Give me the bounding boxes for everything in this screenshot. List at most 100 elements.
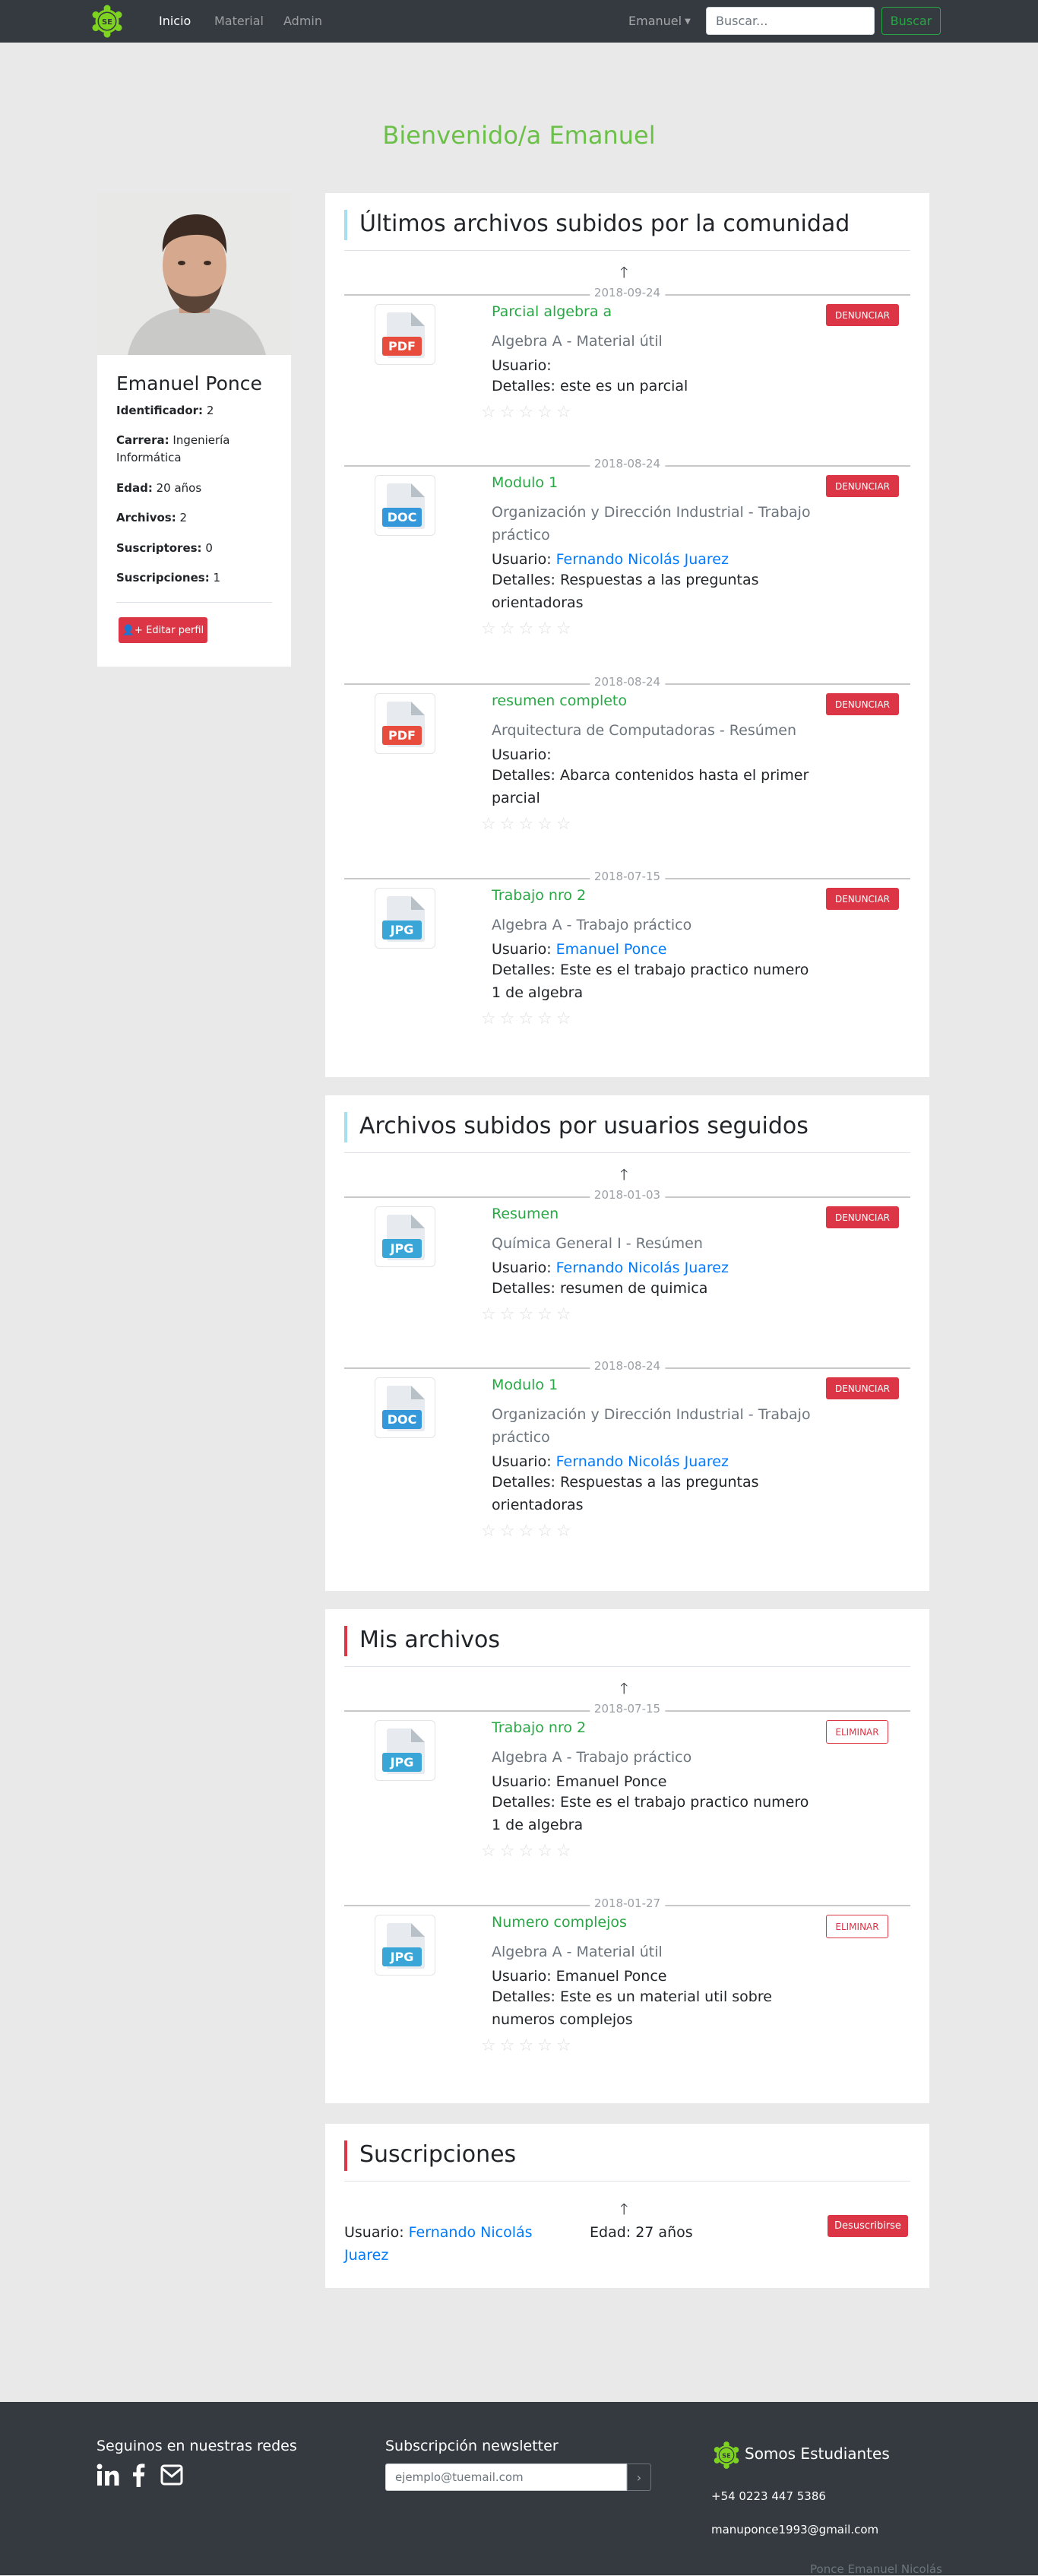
profile-field-career: Carrera: Ingeniería Informática <box>116 432 280 467</box>
file-user: Usuario: <box>492 746 818 763</box>
rating-stars[interactable]: ☆☆☆☆☆ <box>481 619 575 638</box>
arrow-up-icon[interactable]: 🡑 <box>620 2198 628 2224</box>
rating-stars[interactable]: ☆☆☆☆☆ <box>481 1842 575 1861</box>
file-item: 2018-07-15 JPG Trabajo nro 2 Algebra A -… <box>344 870 910 1044</box>
chevron-down-icon: ▼ <box>685 17 691 26</box>
main-content: Bienvenido/a Emanuel Emanuel Ponce Ident… <box>0 43 1038 2402</box>
file-title[interactable]: Trabajo nro 2 <box>492 887 586 904</box>
edit-profile-button[interactable]: 👤+ Editar perfil <box>119 617 207 643</box>
jpg-file-icon[interactable]: JPG <box>375 888 435 949</box>
linkedin-icon[interactable] <box>97 2463 119 2487</box>
file-details: Detalles: Respuestas a las preguntas ori… <box>492 1471 818 1516</box>
jpg-file-icon[interactable]: JPG <box>375 1206 435 1267</box>
jpg-file-icon[interactable]: JPG <box>375 1915 435 1976</box>
rating-stars[interactable]: ☆☆☆☆☆ <box>481 403 575 422</box>
logo-icon: SE <box>714 2441 739 2469</box>
report-button[interactable]: DENUNCIAR <box>826 1206 899 1228</box>
report-button[interactable]: DENUNCIAR <box>826 304 899 326</box>
pdf-file-icon[interactable]: PDF <box>375 304 435 365</box>
profile-field-label: Archivos: <box>116 511 176 524</box>
subscriptions-section: Suscripciones 🡑 Usuario: Fernando Nicolá… <box>325 2124 929 2288</box>
file-title[interactable]: Resumen <box>492 1206 559 1222</box>
user-label: Usuario: <box>492 1259 556 1276</box>
newsletter-email-input[interactable] <box>385 2464 627 2491</box>
footer-email[interactable]: manuponce1993@gmail.com <box>711 2523 878 2536</box>
date-separator: 2018-08-24 <box>344 1359 910 1377</box>
file-type-label: DOC <box>382 508 422 527</box>
file-details: Detalles: Abarca contenidos hasta el pri… <box>492 764 818 810</box>
age-label: Edad: <box>590 2224 636 2241</box>
search-button[interactable]: Buscar <box>881 7 941 35</box>
pdf-file-icon[interactable]: PDF <box>375 693 435 754</box>
user-link[interactable]: Fernando Nicolás Juarez <box>556 1259 729 1276</box>
user-label: Usuario: <box>492 941 556 958</box>
logo-icon[interactable]: SE <box>89 3 125 40</box>
profile-field-age: Edad: 20 años <box>116 480 280 497</box>
file-type-label: JPG <box>382 920 422 939</box>
user-link[interactable]: Fernando Nicolás Juarez <box>556 1453 729 1470</box>
section-title: Mis archivos <box>344 1626 500 1656</box>
section-divider <box>344 2181 910 2182</box>
file-title[interactable]: Numero complejos <box>492 1914 627 1931</box>
nav-link-admin[interactable]: Admin <box>283 14 322 28</box>
file-title[interactable]: Trabajo nro 2 <box>492 1719 586 1736</box>
file-subject: Algebra A - Material útil <box>492 333 663 350</box>
file-details: Detalles: este es un parcial <box>492 375 818 398</box>
user-link[interactable]: Fernando Nicolás Juarez <box>556 551 729 568</box>
arrow-up-icon[interactable]: 🡑 <box>620 1678 628 1703</box>
social-title: Seguinos en nuestras redes <box>97 2438 297 2454</box>
report-button[interactable]: DENUNCIAR <box>826 1377 899 1399</box>
newsletter-title: Subscripción newsletter <box>385 2438 559 2454</box>
date-separator: 2018-08-24 <box>344 457 910 475</box>
rating-stars[interactable]: ☆☆☆☆☆ <box>481 1009 575 1028</box>
report-button[interactable]: DENUNCIAR <box>826 888 899 910</box>
section-title: Suscripciones <box>344 2140 516 2171</box>
search-input[interactable] <box>706 7 875 35</box>
details-label: Detalles: <box>492 1280 560 1297</box>
file-title[interactable]: Modulo 1 <box>492 474 558 491</box>
facebook-icon[interactable] <box>131 2463 145 2487</box>
file-title[interactable]: Parcial algebra a <box>492 303 612 320</box>
file-date: 2018-08-24 <box>589 457 666 471</box>
rating-stars[interactable]: ☆☆☆☆☆ <box>481 1522 575 1541</box>
doc-file-icon[interactable]: DOC <box>375 1377 435 1438</box>
report-button[interactable]: DENUNCIAR <box>826 693 899 715</box>
file-title[interactable]: resumen completo <box>492 692 627 709</box>
file-type-label: JPG <box>382 1239 422 1258</box>
delete-button[interactable]: ELIMINAR <box>826 1720 888 1744</box>
newsletter-submit-button[interactable]: › <box>627 2464 651 2491</box>
file-title[interactable]: Modulo 1 <box>492 1377 558 1393</box>
mail-icon[interactable] <box>160 2464 183 2486</box>
file-date: 2018-01-03 <box>589 1188 666 1202</box>
arrow-up-icon[interactable]: 🡑 <box>620 1164 628 1190</box>
details-label: Detalles: <box>492 1794 560 1811</box>
user-label: Usuario: <box>492 357 552 374</box>
welcome-heading: Bienvenido/a Emanuel <box>382 121 656 150</box>
file-date: 2018-07-15 <box>589 870 666 883</box>
delete-button[interactable]: ELIMINAR <box>826 1915 888 1938</box>
file-date: 2018-09-24 <box>589 286 666 299</box>
rating-stars[interactable]: ☆☆☆☆☆ <box>481 2036 575 2055</box>
details-label: Detalles: <box>492 962 560 978</box>
nav-link-material[interactable]: Material <box>214 14 264 28</box>
jpg-file-icon[interactable]: JPG <box>375 1720 435 1781</box>
file-item: 2018-08-24 DOC Modulo 1 Organización y D… <box>344 1359 910 1557</box>
edit-profile-label: Editar perfil <box>146 624 204 636</box>
file-details: Detalles: resumen de quimica <box>492 1277 818 1300</box>
user-dropdown[interactable]: Emanuel ▼ <box>628 14 691 28</box>
file-date: 2018-01-27 <box>589 1896 666 1910</box>
rating-stars[interactable]: ☆☆☆☆☆ <box>481 815 575 834</box>
nav-link-inicio[interactable]: Inicio <box>159 14 191 28</box>
file-date: 2018-08-24 <box>589 675 666 689</box>
file-item: 2018-07-15 JPG Trabajo nro 2 Algebra A -… <box>344 1702 910 1877</box>
user-name: Emanuel Ponce <box>555 1968 667 1985</box>
date-separator: 2018-07-15 <box>344 1702 910 1720</box>
file-subject: Algebra A - Material útil <box>492 1944 663 1960</box>
report-button[interactable]: DENUNCIAR <box>826 475 899 497</box>
unsubscribe-button[interactable]: Desuscribirse <box>828 2215 908 2237</box>
user-label: Usuario: <box>492 1773 556 1790</box>
rating-stars[interactable]: ☆☆☆☆☆ <box>481 1305 575 1324</box>
arrow-up-icon[interactable]: 🡑 <box>620 261 628 287</box>
user-link[interactable]: Emanuel Ponce <box>556 941 667 958</box>
doc-file-icon[interactable]: DOC <box>375 475 435 536</box>
